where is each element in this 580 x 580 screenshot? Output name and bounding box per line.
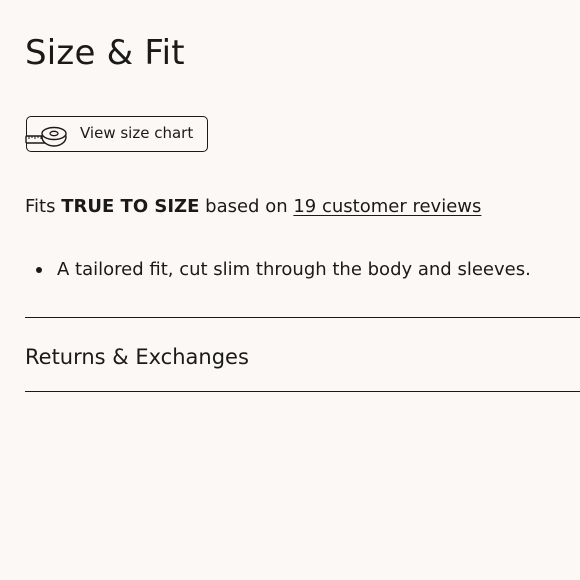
fit-middle-text: based on xyxy=(205,196,288,217)
fit-prefix: Fits xyxy=(25,196,56,217)
view-size-chart-button[interactable]: View size chart xyxy=(25,116,208,152)
fit-rating: TRUE TO SIZE xyxy=(61,196,200,217)
section-title: Size & Fit xyxy=(25,33,185,73)
returns-exchanges-accordion[interactable]: Returns & Exchanges xyxy=(25,340,580,374)
bullet-icon xyxy=(36,267,42,273)
view-size-chart-label: View size chart xyxy=(80,124,194,142)
customer-reviews-link[interactable]: 19 customer reviews xyxy=(293,196,481,217)
fit-detail-text: A tailored fit, cut slim through the bod… xyxy=(57,259,531,280)
divider xyxy=(25,391,580,392)
fit-details-list: A tailored fit, cut slim through the bod… xyxy=(25,256,531,284)
list-item: A tailored fit, cut slim through the bod… xyxy=(25,256,531,284)
measuring-tape-icon xyxy=(25,126,67,147)
fit-summary: Fits TRUE TO SIZE based on 19 customer r… xyxy=(25,193,481,221)
divider xyxy=(25,317,580,318)
